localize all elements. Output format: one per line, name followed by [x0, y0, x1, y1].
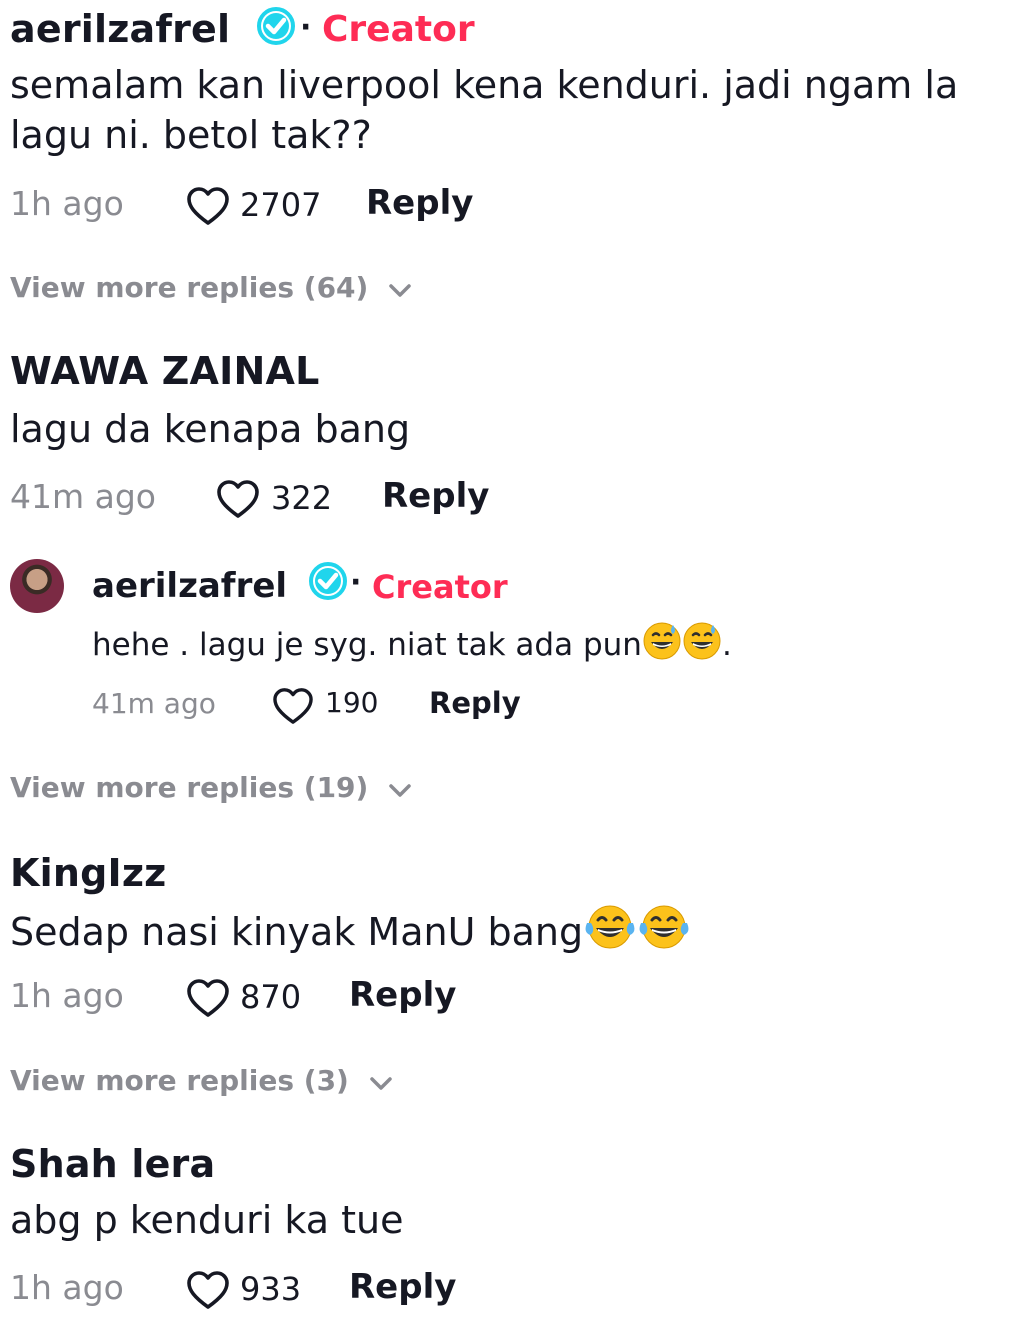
heart-icon[interactable]: [216, 479, 260, 523]
grinning-face-with-sweat-icon: [682, 621, 722, 671]
comment-text-body: Sedap nasi kinyak ManU bang: [10, 910, 584, 954]
comment-text: abg p kenduri ka tue: [10, 1198, 404, 1242]
separator-dot: ·: [300, 10, 312, 45]
separator-dot: ·: [350, 565, 362, 600]
like-count: 190: [325, 686, 379, 719]
like-count: 933: [240, 1270, 302, 1308]
like-count: 870: [240, 978, 302, 1016]
reply-button[interactable]: Reply: [349, 1267, 456, 1307]
view-more-label: View more replies (19): [10, 771, 369, 804]
heart-icon[interactable]: [186, 186, 230, 230]
comment-author[interactable]: aerilzafrel: [10, 6, 230, 52]
comment-author[interactable]: KingIzz: [10, 850, 167, 896]
creator-badge: Creator: [322, 9, 475, 50]
reply-text: hehe . lagu je syg. niat tak ada pun.: [92, 621, 732, 671]
reply-text-suffix: .: [721, 627, 732, 663]
creator-badge: Creator: [372, 568, 508, 606]
comment-text: lagu da kenapa bang: [10, 407, 411, 451]
reply-button[interactable]: Reply: [429, 686, 521, 720]
like-count: 2707: [240, 186, 322, 224]
reply-time: 41m ago: [92, 687, 216, 720]
heart-icon[interactable]: [186, 1270, 230, 1314]
view-more-label: View more replies (64): [10, 271, 369, 304]
reply-button[interactable]: Reply: [366, 183, 473, 223]
comment-text: semalam kan liverpool kena kenduri. jadi…: [10, 63, 959, 157]
view-more-replies[interactable]: View more replies (19): [10, 770, 413, 806]
view-more-replies[interactable]: View more replies (3): [10, 1063, 394, 1099]
grinning-face-with-sweat-icon: [642, 621, 682, 671]
reply-button[interactable]: Reply: [382, 476, 489, 516]
heart-icon[interactable]: [272, 687, 314, 729]
comment-author[interactable]: WAWA ZAINAL: [10, 348, 319, 394]
chevron-down-icon: [368, 1075, 394, 1097]
chevron-down-icon: [387, 282, 413, 304]
comment-author[interactable]: Shah lera: [10, 1141, 215, 1187]
comment-time: 1h ago: [10, 184, 124, 223]
comment-text: Sedap nasi kinyak ManU bang: [10, 903, 691, 963]
face-with-tears-of-joy-icon: [637, 903, 691, 963]
comment-time: 1h ago: [10, 976, 124, 1015]
view-more-label: View more replies (3): [10, 1064, 349, 1097]
verified-badge-icon: [256, 6, 296, 50]
comment-time: 1h ago: [10, 1268, 124, 1307]
verified-badge-icon: [308, 561, 348, 605]
avatar[interactable]: [10, 559, 64, 613]
heart-icon[interactable]: [186, 978, 230, 1022]
view-more-replies[interactable]: View more replies (64): [10, 270, 413, 306]
reply-button[interactable]: Reply: [349, 975, 456, 1015]
reply-text-body: hehe . lagu je syg. niat tak ada pun: [92, 627, 642, 663]
face-with-tears-of-joy-icon: [583, 903, 637, 963]
reply-author[interactable]: aerilzafrel: [92, 566, 287, 606]
chevron-down-icon: [387, 782, 413, 804]
comment-time: 41m ago: [10, 477, 156, 516]
like-count: 322: [271, 479, 333, 517]
